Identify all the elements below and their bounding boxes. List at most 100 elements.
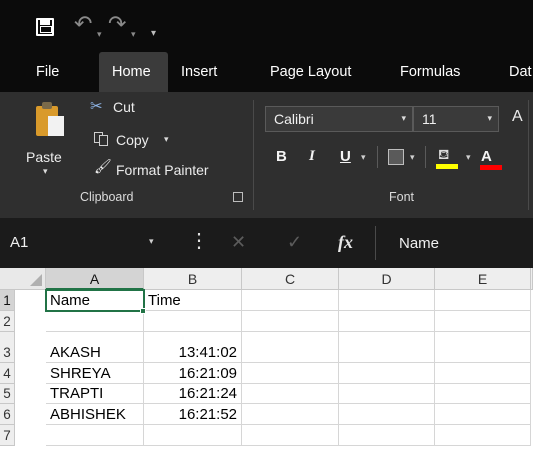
italic-button[interactable]: I (309, 148, 315, 165)
enter-icon[interactable]: ✓ (287, 232, 302, 253)
cut-icon[interactable]: ✂ (90, 97, 103, 115)
cell-a6[interactable]: ABHISHEK (46, 404, 144, 425)
fill-color-dropdown-icon[interactable]: ▾ (466, 152, 471, 163)
tab-formulas[interactable]: Formulas (400, 52, 460, 92)
cell-e4[interactable] (435, 363, 531, 384)
row-gutter (15, 425, 46, 446)
cell-e2[interactable] (435, 311, 531, 332)
cell-b4[interactable]: 16:21:09 (144, 363, 242, 384)
underline-button[interactable]: U (340, 148, 351, 165)
chevron-down-icon: ▾ (149, 236, 154, 246)
borders-icon[interactable] (388, 149, 404, 165)
tab-home[interactable]: Home (99, 52, 168, 92)
cell-d2[interactable] (339, 311, 435, 332)
copy-icon[interactable] (94, 132, 110, 146)
row-gutter (15, 290, 46, 311)
cell-c2[interactable] (242, 311, 339, 332)
row-header[interactable]: 6 (0, 404, 15, 425)
cell-b6[interactable]: 16:21:52 (144, 404, 242, 425)
tab-insert[interactable]: Insert (181, 52, 217, 92)
undo-icon[interactable]: ↶ (74, 12, 92, 36)
redo-dropdown-icon[interactable]: ▾ (131, 22, 136, 46)
cell-b2[interactable] (144, 311, 242, 332)
clipboard-launcher-icon[interactable] (233, 192, 243, 202)
row-header[interactable]: 3 (0, 332, 15, 363)
cell-c1[interactable] (242, 290, 339, 311)
cell-b7[interactable] (144, 425, 242, 446)
customize-qat-icon[interactable]: ▾ (151, 22, 156, 46)
underline-dropdown-icon[interactable]: ▾ (361, 152, 366, 163)
row-header[interactable]: 2 (0, 311, 15, 332)
select-all-button[interactable] (0, 268, 46, 290)
cell-a4[interactable]: SHREYA (46, 363, 144, 384)
column-header-b[interactable]: B (144, 268, 242, 290)
row-header[interactable]: 4 (0, 363, 15, 384)
column-header-a[interactable]: A (46, 268, 144, 290)
tab-file[interactable]: File (36, 52, 59, 92)
cell-d5[interactable] (339, 384, 435, 404)
cell-a7[interactable] (46, 425, 144, 446)
cut-button[interactable]: Cut (113, 99, 135, 115)
font-size-select[interactable]: 11 ▾ (413, 106, 499, 132)
column-header-e[interactable]: E (435, 268, 531, 290)
row-header[interactable]: 7 (0, 425, 15, 446)
cell-e5[interactable] (435, 384, 531, 404)
font-color-button[interactable]: A (481, 148, 492, 165)
cell-c5[interactable] (242, 384, 339, 404)
copy-button[interactable]: Copy (116, 132, 149, 148)
tab-data[interactable]: Dat (509, 52, 532, 92)
format-painter-button[interactable]: Format Painter (116, 162, 209, 178)
cell-a5[interactable]: TRAPTI (46, 384, 144, 404)
cell-e3[interactable] (435, 332, 531, 363)
cell-c6[interactable] (242, 404, 339, 425)
tab-page-layout[interactable]: Page Layout (270, 52, 351, 92)
clipboard-group-label: Clipboard (80, 190, 134, 204)
cell-a2[interactable] (46, 311, 144, 332)
row-header[interactable]: 1 (0, 290, 15, 311)
row-header[interactable]: 5 (0, 384, 15, 404)
format-painter-icon[interactable]: 🖌 (94, 158, 112, 175)
paste-button[interactable]: Paste (26, 149, 62, 165)
cell-e1[interactable] (435, 290, 531, 311)
font-name-select[interactable]: Calibri ▾ (265, 106, 413, 132)
cell-d3[interactable] (339, 332, 435, 363)
row-gutter (15, 363, 46, 384)
paste-dropdown-icon[interactable]: ▾ (43, 166, 48, 177)
title-bar: ↶ ▾ ↷ ▾ ▾ (0, 0, 533, 52)
group-separator (253, 100, 254, 210)
formula-input[interactable]: Name (388, 226, 533, 260)
cell-c4[interactable] (242, 363, 339, 384)
row-gutter (15, 332, 46, 363)
copy-dropdown-icon[interactable]: ▾ (164, 134, 169, 145)
fill-handle[interactable] (140, 308, 146, 314)
name-box[interactable]: A1 ▾ (0, 226, 178, 260)
cell-e6[interactable] (435, 404, 531, 425)
cell-c3[interactable] (242, 332, 339, 363)
cell-c7[interactable] (242, 425, 339, 446)
group-separator (528, 100, 529, 210)
column-header-d[interactable]: D (339, 268, 435, 290)
more-options-icon[interactable]: ⋮ (189, 228, 209, 253)
paste-icon[interactable] (36, 102, 64, 138)
cell-b3[interactable]: 13:41:02 (144, 332, 242, 363)
separator (425, 146, 426, 168)
insert-function-icon[interactable]: fx (338, 232, 353, 253)
cell-a3[interactable]: AKASH (46, 332, 144, 363)
cell-b5[interactable]: 16:21:24 (144, 384, 242, 404)
cell-e7[interactable] (435, 425, 531, 446)
cell-d6[interactable] (339, 404, 435, 425)
cancel-icon[interactable]: ✕ (231, 232, 246, 253)
cell-d4[interactable] (339, 363, 435, 384)
grow-font-button[interactable]: A (512, 108, 523, 126)
cell-d1[interactable] (339, 290, 435, 311)
fill-color-icon[interactable]: ⛾ (438, 146, 449, 165)
cell-b1[interactable]: Time (144, 290, 242, 311)
bold-button[interactable]: B (276, 148, 287, 165)
redo-icon[interactable]: ↷ (108, 12, 126, 36)
borders-dropdown-icon[interactable]: ▾ (410, 152, 415, 163)
ribbon-tabs: File Home Insert Page Layout Formulas Da… (0, 52, 533, 92)
save-icon[interactable] (36, 18, 54, 36)
column-header-c[interactable]: C (242, 268, 339, 290)
cell-d7[interactable] (339, 425, 435, 446)
undo-dropdown-icon[interactable]: ▾ (97, 22, 102, 46)
